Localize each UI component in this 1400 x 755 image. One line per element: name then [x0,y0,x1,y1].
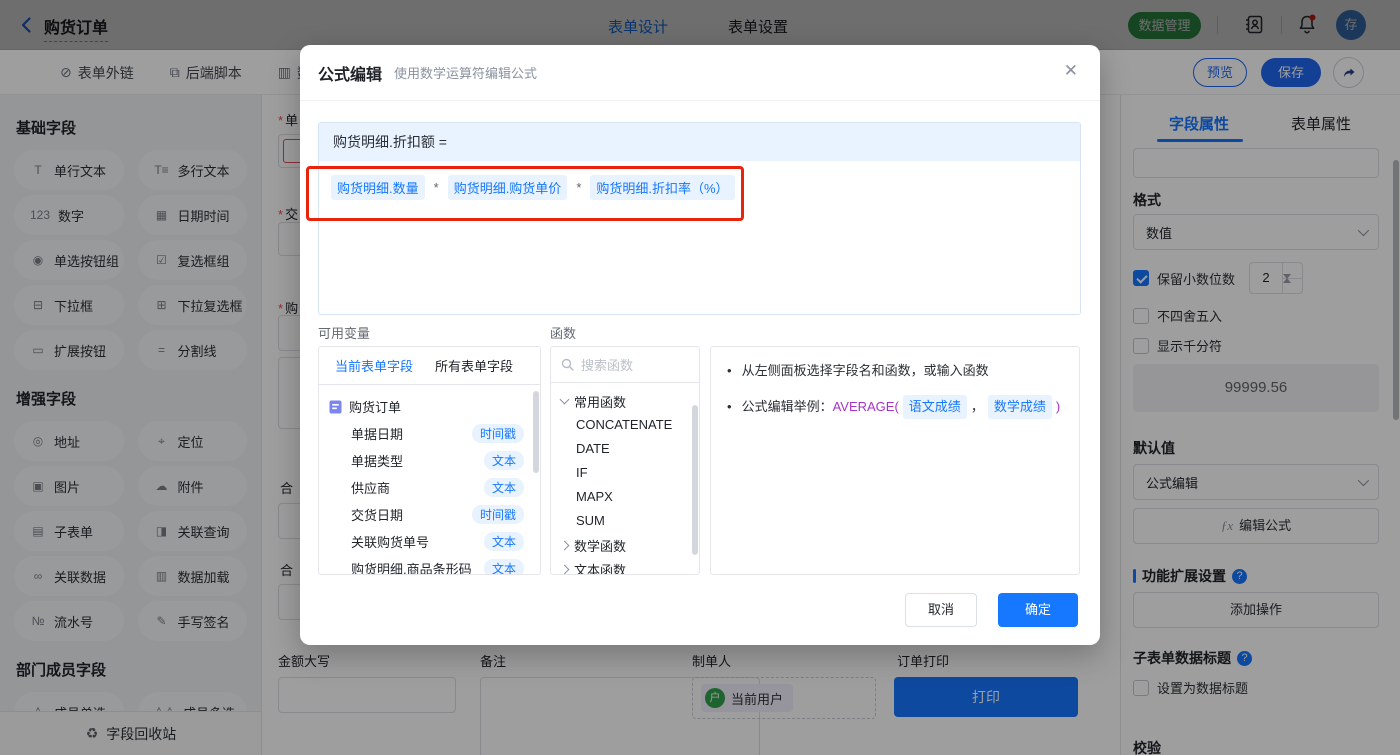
close-icon[interactable]: ✕ [1064,61,1078,81]
function-search[interactable]: 搜索函数 [551,347,699,383]
chevron-down-icon [559,394,570,405]
formula-expression[interactable]: 购货明细.数量 * 购货明细.购货单价 * 购货明细.折扣率（%） [319,161,1080,214]
confirm-button[interactable]: 确定 [998,593,1078,627]
help-function-name: AVERAGE( [832,399,899,414]
variable-item[interactable]: 单据类型 文本 [329,447,534,474]
type-badge: 文本 [483,559,524,574]
variables-root-node[interactable]: 购货订单 [329,393,534,420]
modal-header: 公式编辑 使用数学运算符编辑公式 ✕ [300,45,1100,101]
type-badge: 文本 [483,478,524,497]
type-badge: 时间戳 [471,424,524,443]
type-badge: 文本 [483,532,524,551]
variables-scrollbar[interactable] [533,391,539,473]
formula-field-token[interactable]: 购货明细.折扣率（%） [590,175,735,200]
chevron-right-icon [559,540,570,550]
formula-field-token[interactable]: 购货明细.购货单价 [447,175,568,200]
topbar-extra-dim [0,0,1400,50]
help-arg-chip: 语文成绩 [902,395,967,419]
function-tree: 常用函数 CONCATENATE DATE IF MAPX SUM 数学函数 文… [551,383,699,574]
available-variables-label: 可用变量 [318,326,371,341]
modal-subtitle: 使用数学运算符编辑公式 [394,66,538,81]
search-placeholder: 搜索函数 [581,358,634,373]
variables-root-label: 购货订单 [349,400,402,415]
formula-operator: * [433,180,439,195]
variables-panel: 当前表单字段 所有表单字段 购货订单 单据日期 时间戳 单据类型 文本 供应商 文本 … [318,346,541,575]
help-function-close: ) [1055,399,1061,414]
formula-operator: * [576,180,582,195]
help-example-prefix: 公式编辑举例： [741,399,833,414]
formula-editor[interactable]: 购货明细.折扣额 = 购货明细.数量 * 购货明细.购货单价 * 购货明细.折扣… [318,122,1081,315]
cancel-button[interactable]: 取消 [905,593,977,627]
function-group-math[interactable]: 数学函数 [559,533,699,557]
functions-scrollbar[interactable] [692,405,698,555]
help-line-1: 从左侧面板选择字段名和函数，或输入函数 [727,361,1063,381]
type-badge: 文本 [483,451,524,470]
function-group-common[interactable]: 常用函数 [559,389,699,413]
functions-label: 函数 [550,326,577,341]
help-comma: ， [970,399,984,414]
function-item[interactable]: CONCATENATE [561,413,699,437]
help-arg-chip: 数学成绩 [987,395,1052,419]
modal-title: 公式编辑 [318,66,383,84]
help-line-2: 公式编辑举例：AVERAGE(语文成绩，数学成绩) [727,395,1063,419]
tab-all-form-fields[interactable]: 所有表单字段 [435,356,513,375]
function-item[interactable]: SUM [561,509,699,533]
formula-target: 购货明细.折扣额 = [319,123,1080,161]
function-item[interactable]: IF [561,461,699,485]
chevron-right-icon [559,564,570,574]
tab-current-form-fields[interactable]: 当前表单字段 [335,356,413,375]
function-item[interactable]: MAPX [561,485,699,509]
variable-item[interactable]: 购货明细.商品条形码 文本 [329,555,534,574]
variable-item[interactable]: 交货日期 时间戳 [329,501,534,528]
form-doc-icon [329,400,342,413]
type-badge: 时间戳 [471,505,524,524]
variable-item[interactable]: 关联购货单号 文本 [329,528,534,555]
variable-item[interactable]: 单据日期 时间戳 [329,420,534,447]
app-root: 购货订单 表单设计 表单设置 数据管理 存 ⊘ 表单外链 ⧉ 后端脚本 ▥ 预览… [0,0,1400,755]
functions-panel: 搜索函数 常用函数 CONCATENATE DATE IF MAPX SUM 数… [550,346,700,575]
search-icon [561,358,574,371]
formula-edit-modal: 公式编辑 使用数学运算符编辑公式 ✕ 购货明细.折扣额 = 购货明细.数量 * … [300,45,1100,645]
formula-field-token[interactable]: 购货明细.数量 [331,175,425,200]
variables-tree: 购货订单 单据日期 时间戳 单据类型 文本 供应商 文本 交货日期 时间戳 关联购货单号… [319,385,540,574]
variable-item[interactable]: 供应商 文本 [329,474,534,501]
function-item[interactable]: DATE [561,437,699,461]
function-group-text[interactable]: 文本函数 [559,557,699,574]
help-panel: 从左侧面板选择字段名和函数，或输入函数 公式编辑举例：AVERAGE(语文成绩，… [710,346,1080,575]
variables-tabs: 当前表单字段 所有表单字段 [319,347,540,385]
